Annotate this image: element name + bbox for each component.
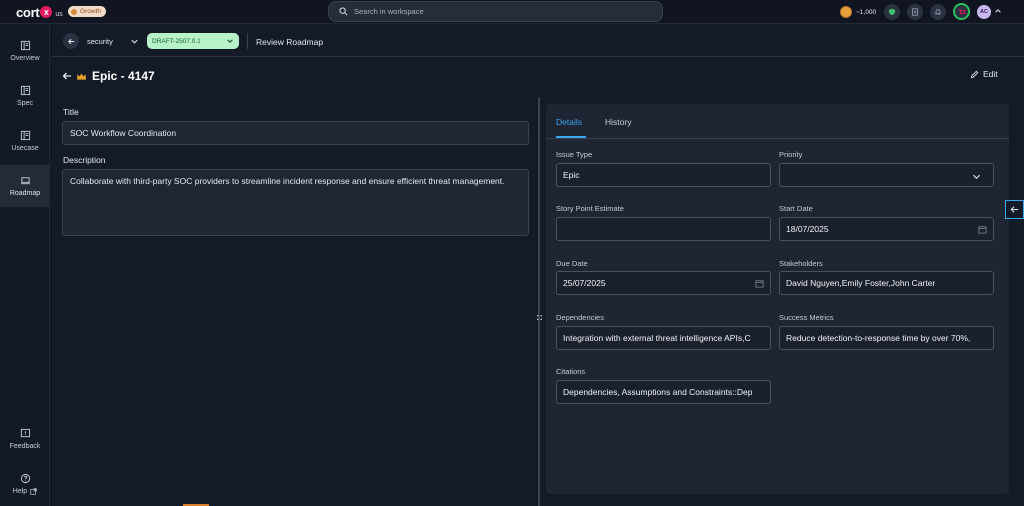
collapse-panel-button[interactable]	[1005, 200, 1024, 219]
citations-label: Citations	[556, 367, 586, 376]
sidebar-item-label: Overview	[10, 55, 40, 62]
sidebar-item-label: Usecase	[11, 145, 39, 152]
logo-text: cort	[16, 4, 40, 20]
success-metrics-value: Reduce detection-to-response time by ove…	[786, 333, 971, 343]
priority-label: Priority	[779, 150, 803, 159]
start-date-field[interactable]: 18/07/2025	[779, 217, 994, 241]
shield-icon[interactable]	[884, 4, 900, 20]
help-row: Help	[13, 488, 37, 495]
coin-icon	[840, 6, 852, 18]
top-bar: cort x us Growth ~1,000 AC	[0, 0, 1024, 24]
title-label: Title	[63, 107, 79, 117]
calendar-icon[interactable]	[755, 279, 764, 288]
feedback-button[interactable]: Feedback	[0, 418, 50, 460]
sidebar-item-spec[interactable]: Spec	[0, 75, 50, 117]
story-points-field[interactable]	[556, 217, 771, 241]
success-metrics-label: Success Metrics	[779, 313, 834, 322]
feedback-icon	[20, 428, 30, 438]
citations-field[interactable]: Dependencies, Assumptions and Constraint…	[556, 380, 771, 404]
sidebar-item-roadmap[interactable]: Roadmap	[0, 165, 50, 207]
arrow-left-icon	[1010, 206, 1019, 213]
sidebar-item-label: Roadmap	[9, 190, 41, 197]
usecase-icon	[20, 130, 30, 141]
plan-badge: Growth	[68, 6, 106, 17]
version-label: DRAFT-2507.0.1	[152, 37, 201, 45]
sidebar-item-usecase[interactable]: Usecase	[0, 120, 50, 162]
tab-history[interactable]: History	[605, 117, 631, 127]
drag-handle-icon[interactable]	[534, 312, 544, 322]
document-icon[interactable]	[907, 4, 923, 20]
priority-select[interactable]	[779, 163, 994, 187]
logo-region: us	[55, 10, 63, 18]
dependencies-value: Integration with external threat intelli…	[563, 333, 751, 343]
stakeholders-field[interactable]: David Nguyen,Emily Foster,John Carter	[779, 271, 994, 295]
search-icon	[339, 7, 348, 16]
plan-badge-label: Growth	[80, 8, 101, 15]
issue-type-label: Issue Type	[556, 150, 593, 159]
tab-details[interactable]: Details	[556, 117, 582, 127]
due-date-field[interactable]: 25/07/2025	[556, 271, 771, 295]
details-panel: Details History Issue Type Epic Priority…	[546, 104, 1009, 494]
citations-value: Dependencies, Assumptions and Constraint…	[563, 387, 753, 397]
due-date-label: Due Date	[556, 259, 588, 268]
page-heading: Epic - 4147	[62, 69, 155, 83]
project-selector[interactable]: security	[87, 37, 113, 46]
version-selector[interactable]: DRAFT-2507.0.1	[147, 33, 239, 49]
roadmap-icon	[20, 177, 30, 185]
spec-icon	[20, 85, 30, 96]
title-field[interactable]	[62, 121, 529, 145]
badge-dot-icon	[71, 8, 77, 15]
app-logo[interactable]: cort x us	[16, 4, 63, 20]
edit-label: Edit	[983, 69, 998, 79]
help-button[interactable]: Help	[0, 463, 50, 505]
description-field[interactable]: Collaborate with third-party SOC provide…	[62, 169, 529, 236]
stakeholders-value: David Nguyen,Emily Foster,John Carter	[786, 278, 936, 288]
avatar[interactable]: AC	[977, 5, 991, 19]
sidebar-item-label: Spec	[17, 100, 33, 107]
start-date-value: 18/07/2025	[786, 224, 829, 234]
panel-splitter[interactable]	[538, 97, 540, 506]
start-date-label: Start Date	[779, 204, 813, 213]
chevron-down-icon	[972, 174, 981, 180]
overview-icon	[20, 40, 30, 51]
due-date-value: 25/07/2025	[563, 278, 606, 288]
logo-mark: x	[40, 6, 53, 18]
credits-value: ~1,000	[856, 8, 877, 16]
stakeholders-label: Stakeholders	[779, 259, 823, 268]
chevron-down-icon	[227, 39, 233, 43]
crown-icon	[77, 72, 86, 80]
external-link-icon	[30, 488, 37, 495]
search-input[interactable]	[354, 7, 634, 16]
panel-tabs: Details History	[546, 104, 1009, 139]
issue-type-field[interactable]: Epic	[556, 163, 771, 187]
page-title: Epic - 4147	[92, 69, 155, 83]
credits-counter[interactable]: ~1,000	[840, 6, 876, 18]
help-icon	[20, 473, 30, 484]
search-bar[interactable]	[328, 1, 663, 22]
bell-icon[interactable]	[930, 4, 946, 20]
breadcrumb: Review Roadmap	[256, 37, 324, 47]
chevron-down-icon[interactable]	[130, 37, 139, 46]
arrow-left-icon	[67, 38, 74, 44]
issue-type-value: Epic	[563, 170, 580, 180]
sub-header: security DRAFT-2507.0.1 Review Roadmap	[51, 25, 1024, 57]
sidebar: Overview Spec Usecase Roadmap Feedback H…	[0, 25, 50, 506]
dependencies-label: Dependencies	[556, 313, 604, 322]
active-tab-indicator	[556, 136, 586, 138]
edit-button[interactable]: Edit	[970, 69, 998, 79]
help-label: Help	[12, 488, 28, 495]
calendar-icon[interactable]	[978, 225, 987, 234]
description-label: Description	[63, 155, 106, 165]
feedback-label: Feedback	[9, 443, 41, 450]
divider	[247, 33, 248, 49]
dependencies-field[interactable]: Integration with external threat intelli…	[556, 326, 771, 350]
arrow-left-icon[interactable]	[62, 71, 72, 81]
story-points-label: Story Point Estimate	[556, 204, 624, 213]
success-metrics-field[interactable]: Reduce detection-to-response time by ove…	[779, 326, 994, 350]
back-button[interactable]	[63, 33, 79, 49]
sidebar-item-overview[interactable]: Overview	[0, 30, 50, 72]
cart-icon[interactable]	[953, 3, 970, 20]
chevron-up-icon[interactable]	[994, 7, 1002, 15]
pencil-icon	[970, 70, 979, 78]
